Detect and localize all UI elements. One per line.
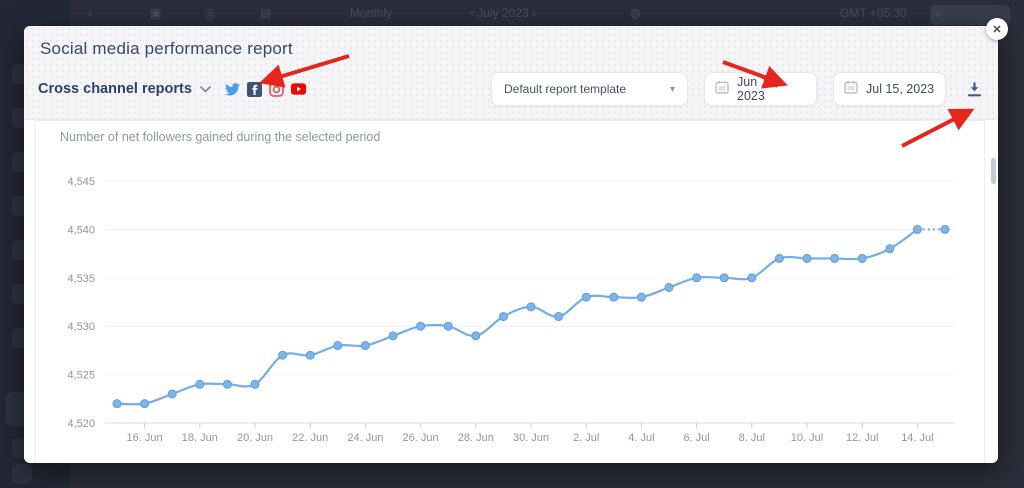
svg-text:4,535: 4,535 bbox=[67, 273, 95, 285]
toolbar-controls: Default report template ▾ Jun 15, 2023 J… bbox=[491, 72, 986, 106]
channel-icons bbox=[225, 82, 306, 97]
wave-icon: ◍ bbox=[630, 6, 640, 20]
period-label: Monthly bbox=[350, 6, 392, 20]
svg-text:20. Jun: 20. Jun bbox=[237, 432, 273, 444]
svg-text:24. Jun: 24. Jun bbox=[347, 432, 383, 444]
modal-scrollbar[interactable] bbox=[991, 158, 996, 184]
user-icon bbox=[12, 464, 32, 484]
date-from-field[interactable]: Jun 15, 2023 bbox=[704, 72, 817, 106]
followers-chart[interactable]: 4,520 4,525 4,530 4,535 4,540 4,545 16. Jun 18.… bbox=[36, 121, 984, 462]
chevron-down-icon[interactable] bbox=[200, 86, 211, 93]
month-picker-label: ‹ July 2023 › bbox=[470, 6, 536, 20]
svg-text:4. Jul: 4. Jul bbox=[628, 432, 654, 444]
chevron-right-icon: › bbox=[88, 6, 92, 20]
youtube-icon[interactable] bbox=[291, 82, 306, 97]
svg-text:2. Jul: 2. Jul bbox=[573, 432, 599, 444]
svg-text:4,530: 4,530 bbox=[67, 321, 95, 333]
svg-text:4,525: 4,525 bbox=[67, 370, 95, 382]
modal-header: Social media performance report Cross ch… bbox=[24, 26, 998, 120]
svg-text:14. Jul: 14. Jul bbox=[901, 432, 933, 444]
svg-text:16. Jun: 16. Jun bbox=[127, 432, 163, 444]
report-toolbar: Cross channel reports bbox=[38, 72, 986, 106]
facebook-icon[interactable] bbox=[247, 82, 262, 97]
background-topbar: › ▣ ◎ ▤ Monthly ‹ July 2023 › ◍ GMT +05:… bbox=[70, 0, 1024, 26]
report-modal: Social media performance report Cross ch… bbox=[24, 26, 998, 463]
svg-text:4,540: 4,540 bbox=[67, 224, 95, 236]
calendar-icon bbox=[715, 80, 729, 99]
svg-text:30. Jun: 30. Jun bbox=[513, 432, 549, 444]
filter-icon: ▤ bbox=[260, 6, 271, 20]
caret-down-icon: ▾ bbox=[670, 84, 675, 95]
date-to-value: Jul 15, 2023 bbox=[866, 82, 934, 96]
page-title: Social media performance report bbox=[40, 39, 293, 59]
close-icon[interactable]: ✕ bbox=[986, 18, 1008, 40]
svg-text:6. Jul: 6. Jul bbox=[683, 432, 709, 444]
report-type-group: Cross channel reports bbox=[38, 81, 306, 97]
template-select[interactable]: Default report template ▾ bbox=[491, 72, 688, 106]
svg-text:26. Jun: 26. Jun bbox=[403, 432, 439, 444]
instagram-icon[interactable] bbox=[269, 82, 284, 97]
svg-text:4,520: 4,520 bbox=[67, 418, 95, 430]
calendar-icon bbox=[844, 80, 858, 99]
svg-text:22. Jun: 22. Jun bbox=[292, 432, 328, 444]
svg-text:10. Jul: 10. Jul bbox=[791, 432, 823, 444]
date-to-field[interactable]: Jul 15, 2023 bbox=[833, 72, 946, 106]
clipboard-icon: ▣ bbox=[150, 6, 161, 20]
svg-text:4,545: 4,545 bbox=[67, 176, 95, 188]
followers-chart-card: Number of net followers gained during th… bbox=[35, 120, 985, 463]
twitter-icon[interactable] bbox=[225, 82, 240, 97]
template-select-value: Default report template bbox=[504, 82, 626, 96]
download-button[interactable] bbox=[962, 77, 986, 101]
svg-text:28. Jun: 28. Jun bbox=[458, 432, 494, 444]
svg-text:12. Jul: 12. Jul bbox=[846, 432, 878, 444]
svg-text:8. Jul: 8. Jul bbox=[739, 432, 765, 444]
timezone-label: GMT +05:30 bbox=[840, 6, 907, 20]
svg-text:18. Jun: 18. Jun bbox=[182, 432, 218, 444]
report-type-dropdown[interactable]: Cross channel reports bbox=[38, 81, 192, 97]
search-icon: ◎ bbox=[205, 6, 215, 20]
date-from-value: Jun 15, 2023 bbox=[737, 75, 806, 103]
